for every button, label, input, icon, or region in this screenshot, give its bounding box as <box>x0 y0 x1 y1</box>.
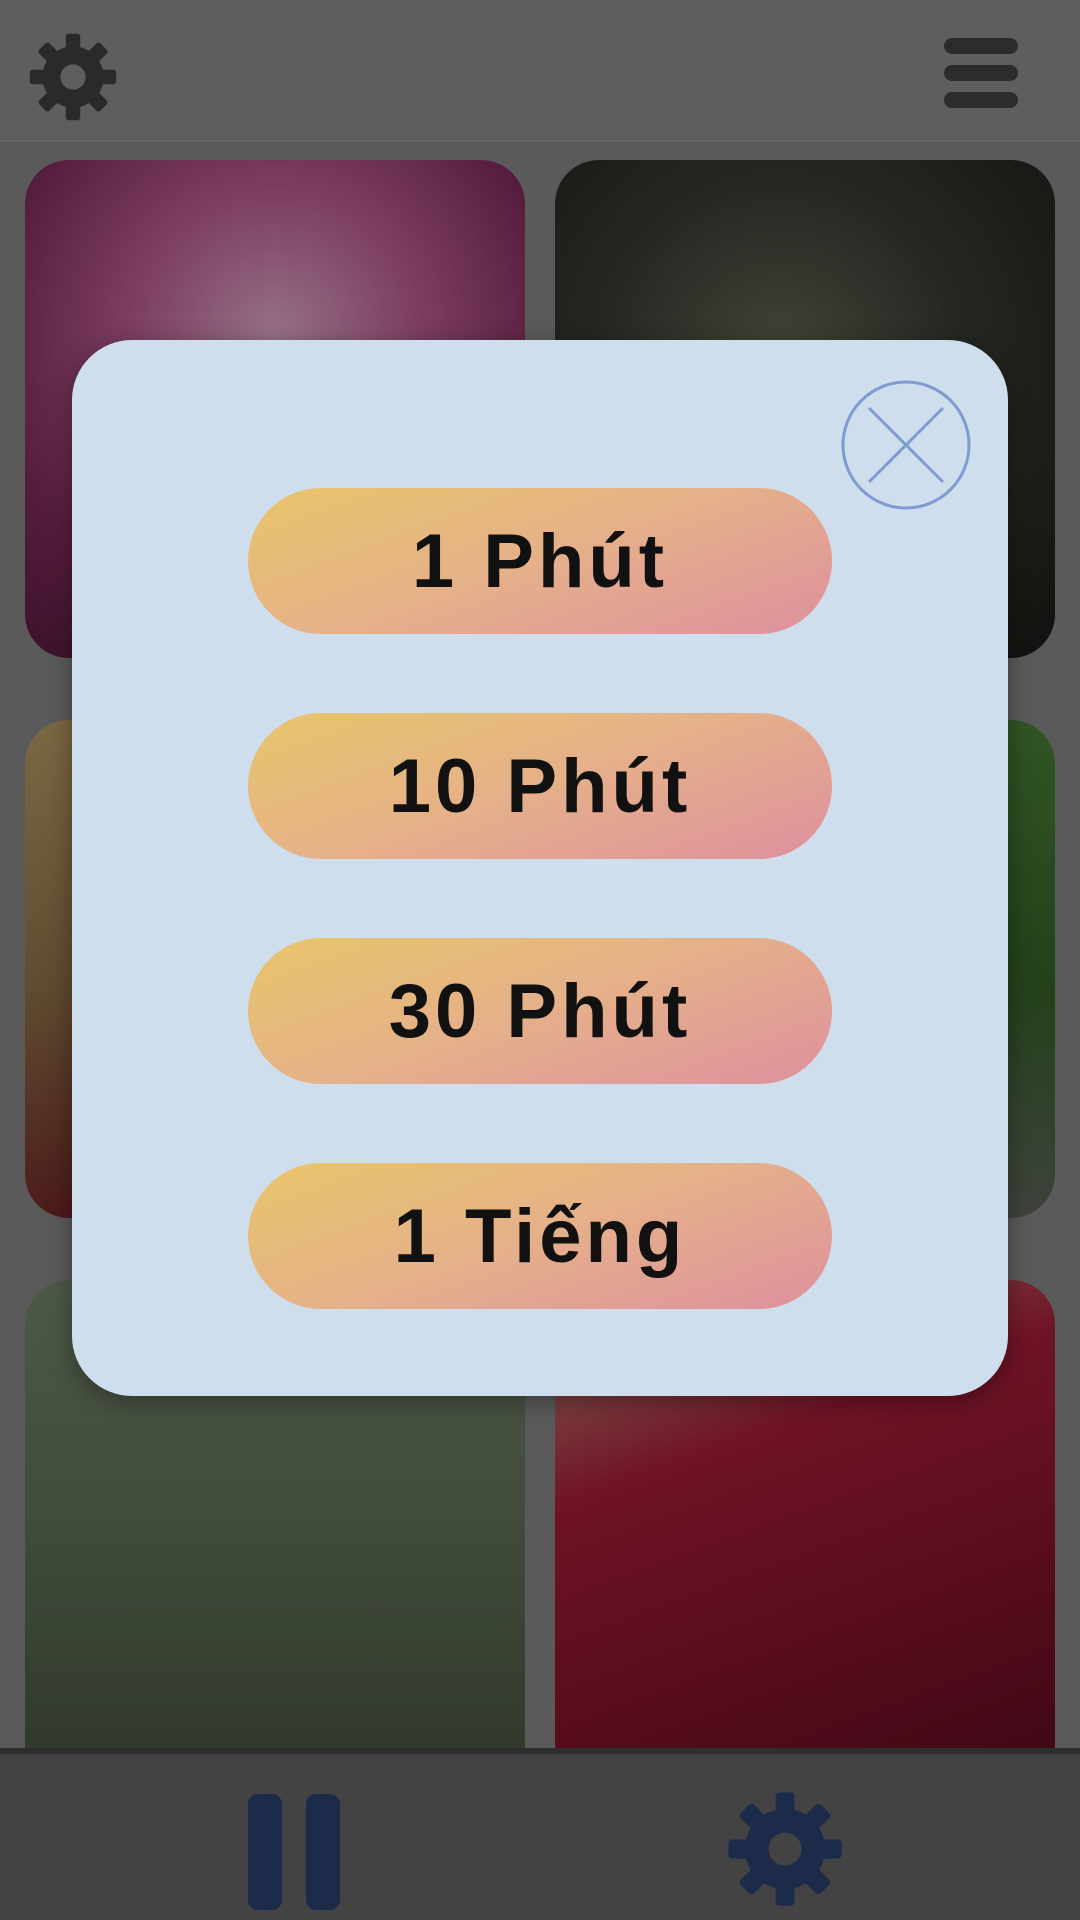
bottom-bar <box>0 1748 1080 1920</box>
gear-icon[interactable] <box>28 32 118 122</box>
app-screen: 1 Phút 10 Phút 30 Phút 1 Tiếng <box>0 0 1080 1920</box>
timer-selection-dialog: 1 Phút 10 Phút 30 Phút 1 Tiếng <box>72 340 1008 1396</box>
option-30-minutes-button[interactable]: 30 Phút <box>248 938 832 1084</box>
hamburger-menu-icon[interactable] <box>944 38 1018 108</box>
option-1-hour-button[interactable]: 1 Tiếng <box>248 1163 832 1309</box>
close-icon[interactable] <box>841 380 971 510</box>
option-1-minute-button[interactable]: 1 Phút <box>248 488 832 634</box>
option-10-minutes-button[interactable]: 10 Phút <box>248 713 832 859</box>
gear-icon[interactable] <box>726 1790 844 1908</box>
top-bar <box>0 0 1080 142</box>
pause-icon[interactable] <box>248 1794 340 1910</box>
